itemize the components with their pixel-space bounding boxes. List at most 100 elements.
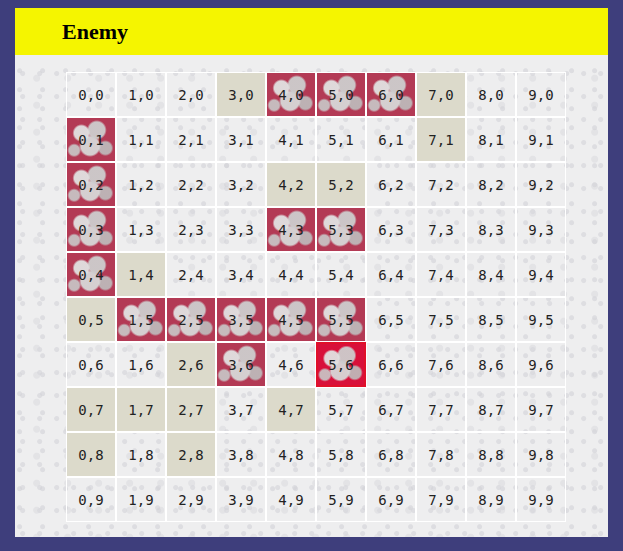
grid-cell[interactable]: 7,8 <box>416 432 466 477</box>
grid-cell[interactable]: 1,9 <box>116 477 166 522</box>
grid-cell[interactable]: 6,5 <box>366 297 416 342</box>
grid-cell[interactable]: 3,0 <box>216 72 266 117</box>
grid-cell[interactable]: 8,7 <box>466 387 516 432</box>
grid-cell[interactable]: 9,1 <box>516 117 566 162</box>
grid-cell[interactable]: 3,9 <box>216 477 266 522</box>
grid-cell[interactable]: 8,8 <box>466 432 516 477</box>
grid-cell[interactable]: 8,5 <box>466 297 516 342</box>
grid-cell[interactable]: 7,7 <box>416 387 466 432</box>
grid-cell[interactable]: 7,9 <box>416 477 466 522</box>
grid-cell[interactable]: 4,3 <box>266 207 316 252</box>
grid-cell[interactable]: 1,1 <box>116 117 166 162</box>
grid-cell[interactable]: 1,4 <box>116 252 166 297</box>
grid-cell[interactable]: 5,3 <box>316 207 366 252</box>
grid-cell[interactable]: 4,2 <box>266 162 316 207</box>
grid-cell[interactable]: 3,3 <box>216 207 266 252</box>
grid-cell[interactable]: 0,9 <box>66 477 116 522</box>
grid-cell[interactable]: 7,0 <box>416 72 466 117</box>
grid-cell[interactable]: 9,9 <box>516 477 566 522</box>
grid-cell[interactable]: 5,9 <box>316 477 366 522</box>
grid-cell[interactable]: 4,6 <box>266 342 316 387</box>
grid-cell[interactable]: 1,5 <box>116 297 166 342</box>
grid-cell[interactable]: 4,4 <box>266 252 316 297</box>
grid-cell[interactable]: 2,5 <box>166 297 216 342</box>
grid-cell[interactable]: 9,5 <box>516 297 566 342</box>
grid-cell[interactable]: 0,0 <box>66 72 116 117</box>
grid-cell[interactable]: 7,6 <box>416 342 466 387</box>
grid-cell[interactable]: 8,3 <box>466 207 516 252</box>
grid-cell[interactable]: 9,0 <box>516 72 566 117</box>
grid-cell[interactable]: 2,2 <box>166 162 216 207</box>
grid-cell[interactable]: 1,8 <box>116 432 166 477</box>
grid-cell[interactable]: 4,9 <box>266 477 316 522</box>
grid-cell[interactable]: 6,4 <box>366 252 416 297</box>
grid-cell[interactable]: 8,0 <box>466 72 516 117</box>
grid-cell[interactable]: 2,9 <box>166 477 216 522</box>
grid-cell[interactable]: 8,9 <box>466 477 516 522</box>
grid-cell[interactable]: 5,6 <box>316 342 366 387</box>
grid-cell[interactable]: 6,3 <box>366 207 416 252</box>
grid-cell[interactable]: 0,4 <box>66 252 116 297</box>
grid-cell[interactable]: 3,5 <box>216 297 266 342</box>
grid-cell[interactable]: 0,7 <box>66 387 116 432</box>
grid-cell[interactable]: 1,6 <box>116 342 166 387</box>
grid-cell[interactable]: 5,1 <box>316 117 366 162</box>
grid-cell[interactable]: 7,4 <box>416 252 466 297</box>
grid-cell[interactable]: 1,7 <box>116 387 166 432</box>
grid-cell[interactable]: 8,4 <box>466 252 516 297</box>
grid-cell[interactable]: 2,6 <box>166 342 216 387</box>
grid-cell[interactable]: 5,7 <box>316 387 366 432</box>
grid-cell[interactable]: 0,8 <box>66 432 116 477</box>
grid-cell[interactable]: 9,2 <box>516 162 566 207</box>
grid-cell[interactable]: 3,4 <box>216 252 266 297</box>
grid-cell[interactable]: 1,2 <box>116 162 166 207</box>
grid-cell[interactable]: 8,2 <box>466 162 516 207</box>
grid-cell[interactable]: 0,3 <box>66 207 116 252</box>
grid-cell[interactable]: 6,1 <box>366 117 416 162</box>
grid-cell[interactable]: 4,1 <box>266 117 316 162</box>
grid-cell[interactable]: 9,7 <box>516 387 566 432</box>
grid-cell[interactable]: 9,3 <box>516 207 566 252</box>
grid-cell[interactable]: 0,1 <box>66 117 116 162</box>
grid-cell[interactable]: 5,8 <box>316 432 366 477</box>
grid-cell[interactable]: 0,2 <box>66 162 116 207</box>
grid-cell[interactable]: 8,6 <box>466 342 516 387</box>
grid-cell[interactable]: 0,5 <box>66 297 116 342</box>
grid-cell[interactable]: 2,7 <box>166 387 216 432</box>
grid-cell[interactable]: 5,0 <box>316 72 366 117</box>
grid-cell[interactable]: 9,6 <box>516 342 566 387</box>
grid-cell[interactable]: 7,5 <box>416 297 466 342</box>
grid-cell[interactable]: 6,0 <box>366 72 416 117</box>
grid-cell[interactable]: 3,6 <box>216 342 266 387</box>
grid-cell[interactable]: 3,8 <box>216 432 266 477</box>
grid-cell[interactable]: 2,4 <box>166 252 216 297</box>
grid-cell[interactable]: 6,8 <box>366 432 416 477</box>
grid-cell[interactable]: 3,2 <box>216 162 266 207</box>
grid-cell[interactable]: 4,0 <box>266 72 316 117</box>
grid-cell[interactable]: 2,3 <box>166 207 216 252</box>
grid-cell[interactable]: 3,1 <box>216 117 266 162</box>
grid-cell[interactable]: 7,1 <box>416 117 466 162</box>
grid-cell[interactable]: 1,0 <box>116 72 166 117</box>
grid-cell[interactable]: 7,3 <box>416 207 466 252</box>
grid-cell[interactable]: 4,7 <box>266 387 316 432</box>
grid-cell[interactable]: 6,6 <box>366 342 416 387</box>
grid-cell[interactable]: 5,2 <box>316 162 366 207</box>
grid-cell[interactable]: 2,0 <box>166 72 216 117</box>
grid-cell[interactable]: 2,8 <box>166 432 216 477</box>
grid-cell[interactable]: 5,4 <box>316 252 366 297</box>
grid-cell[interactable]: 5,5 <box>316 297 366 342</box>
grid-cell[interactable]: 4,8 <box>266 432 316 477</box>
grid-cell[interactable]: 8,1 <box>466 117 516 162</box>
grid-cell[interactable]: 4,5 <box>266 297 316 342</box>
grid-cell[interactable]: 6,9 <box>366 477 416 522</box>
grid-cell[interactable]: 6,7 <box>366 387 416 432</box>
grid-cell[interactable]: 9,8 <box>516 432 566 477</box>
grid-cell[interactable]: 0,6 <box>66 342 116 387</box>
grid-cell[interactable]: 1,3 <box>116 207 166 252</box>
grid-cell[interactable]: 2,1 <box>166 117 216 162</box>
grid-cell[interactable]: 6,2 <box>366 162 416 207</box>
grid-cell[interactable]: 7,2 <box>416 162 466 207</box>
grid-cell[interactable]: 9,4 <box>516 252 566 297</box>
grid-cell[interactable]: 3,7 <box>216 387 266 432</box>
